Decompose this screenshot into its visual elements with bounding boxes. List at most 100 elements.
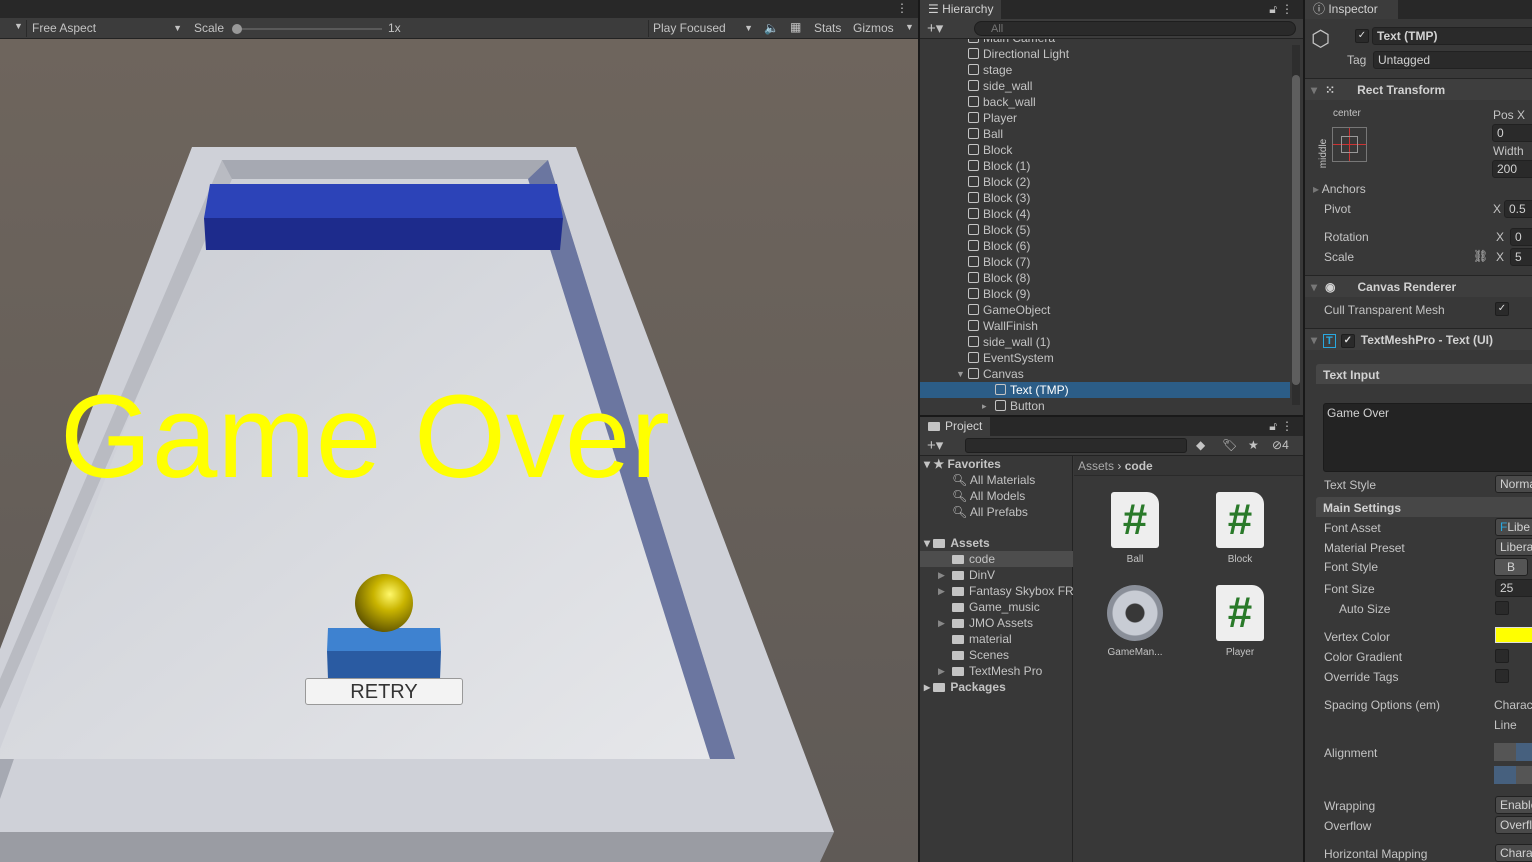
gizmos-dropdown-icon[interactable]: ▼: [905, 22, 914, 32]
breadcrumb-assets[interactable]: Assets: [1078, 459, 1114, 473]
canvas-renderer-header[interactable]: ▾ ◉ Canvas Renderer: [1305, 275, 1532, 297]
align-top-button[interactable]: [1494, 766, 1516, 784]
hierarchy-item[interactable]: side_wall (1): [968, 334, 1050, 350]
more-menu-icon[interactable]: ⋮: [1281, 2, 1293, 16]
material-preset-dropdown[interactable]: Libera: [1495, 538, 1532, 556]
scale-slider[interactable]: [232, 24, 382, 34]
hierarchy-item[interactable]: Ball: [968, 126, 1003, 142]
folder-item[interactable]: ▶ TextMesh Pro: [920, 663, 1073, 679]
main-settings-section[interactable]: Main Settings: [1316, 497, 1532, 517]
more-menu-icon[interactable]: ⋮: [1281, 419, 1293, 433]
hierarchy-item[interactable]: WallFinish: [968, 318, 1038, 334]
bold-button[interactable]: B: [1494, 558, 1528, 576]
asset-item[interactable]: # Ball: [1090, 492, 1180, 565]
favorite-star-icon[interactable]: ★: [1248, 438, 1259, 452]
hierarchy-scrollbar[interactable]: [1292, 45, 1300, 405]
tab-hierarchy[interactable]: ☰ Hierarchy: [920, 0, 1002, 19]
folder-item[interactable]: Game_music: [920, 599, 1073, 615]
project-search-input[interactable]: [965, 438, 1187, 453]
add-object-button[interactable]: +▾: [927, 19, 943, 37]
lock-icon[interactable]: 🔓︎: [1269, 419, 1277, 434]
play-mode-dropdown[interactable]: Play Focused ▼: [648, 20, 756, 37]
hierarchy-item[interactable]: EventSystem: [968, 350, 1054, 366]
breadcrumb-code[interactable]: code: [1125, 459, 1153, 473]
hierarchy-item[interactable]: Block (5): [968, 222, 1030, 238]
hierarchy-item[interactable]: ▸ Button: [920, 398, 1290, 414]
retry-button[interactable]: RETRY: [305, 678, 463, 705]
text-input-section[interactable]: Text Input: [1316, 364, 1532, 384]
favorites-group[interactable]: ▾ ★ Favorites: [924, 456, 1001, 472]
grid-icon[interactable]: ▦: [790, 20, 801, 34]
tmp-enabled-checkbox[interactable]: ✓: [1340, 333, 1355, 348]
anchors-foldout[interactable]: ▸ Anchors: [1313, 182, 1366, 196]
folder-item[interactable]: code: [920, 551, 1073, 567]
favorite-search[interactable]: 🔍︎ All Prefabs: [952, 504, 1028, 520]
hierarchy-item[interactable]: Block (2): [968, 174, 1030, 190]
folder-item[interactable]: ▶ Fantasy Skybox FR: [920, 583, 1074, 599]
folder-item[interactable]: ▶ DinV: [920, 567, 1073, 583]
hierarchy-item[interactable]: Directional Light: [968, 46, 1069, 62]
hierarchy-item[interactable]: Text (TMP): [920, 382, 1290, 398]
hierarchy-search-input[interactable]: [974, 21, 1296, 36]
hidden-packages-icon[interactable]: ⊘4: [1272, 438, 1289, 452]
pivot-x-field[interactable]: 0.5: [1504, 200, 1532, 218]
constrain-proportions-icon[interactable]: ⛓︎: [1473, 249, 1488, 263]
gizmos-button[interactable]: Gizmos: [853, 21, 894, 35]
rect-transform-header[interactable]: ▾ ⁙ Rect Transform: [1305, 78, 1532, 100]
favorite-search[interactable]: 🔍︎ All Models: [952, 488, 1025, 504]
asset-item[interactable]: GameMan...: [1090, 585, 1180, 658]
create-asset-button[interactable]: +▾: [927, 436, 943, 454]
rotation-x-field[interactable]: 0: [1510, 228, 1532, 246]
text-input-area[interactable]: Game Over: [1323, 403, 1532, 472]
horizontal-mapping-dropdown[interactable]: Chara: [1495, 844, 1532, 862]
object-name-field[interactable]: Text (TMP): [1372, 27, 1532, 45]
folder-item[interactable]: material: [920, 631, 1073, 647]
hierarchy-item[interactable]: Block (8): [968, 270, 1030, 286]
hierarchy-item[interactable]: ▼ Canvas: [956, 366, 1024, 382]
assets-group[interactable]: ▾ Assets: [924, 535, 990, 551]
hierarchy-item[interactable]: Block (4): [968, 206, 1030, 222]
hierarchy-item[interactable]: back_wall: [968, 94, 1036, 110]
tab-project[interactable]: Project: [920, 417, 991, 436]
color-gradient-checkbox[interactable]: [1495, 649, 1509, 663]
lock-icon[interactable]: 🔓︎: [1269, 2, 1277, 17]
audio-mute-icon[interactable]: 🔈: [764, 21, 779, 35]
more-menu-icon[interactable]: ⋮: [896, 1, 908, 15]
font-size-field[interactable]: 25: [1495, 579, 1532, 597]
aspect-dropdown[interactable]: Free Aspect ▼: [26, 20, 186, 37]
font-asset-field[interactable]: FLibe: [1495, 518, 1532, 536]
hierarchy-item[interactable]: Block (9): [968, 286, 1030, 302]
hierarchy-item[interactable]: Main Camera: [968, 39, 1055, 46]
tab-inspector[interactable]: ⓘ Inspector: [1305, 0, 1398, 19]
asset-item[interactable]: # Block: [1195, 492, 1285, 565]
display-dropdown[interactable]: ▼: [14, 21, 23, 31]
folder-item[interactable]: Scenes: [920, 647, 1073, 663]
align-center-button[interactable]: [1516, 743, 1532, 761]
hierarchy-item[interactable]: Block (6): [968, 238, 1030, 254]
folder-item[interactable]: ▶ JMO Assets: [920, 615, 1073, 631]
align-left-button[interactable]: [1494, 743, 1516, 761]
stats-button[interactable]: Stats: [814, 21, 841, 35]
align-middle-button[interactable]: [1516, 766, 1532, 784]
anchor-presets-button[interactable]: [1332, 127, 1367, 162]
hierarchy-item[interactable]: Block (7): [968, 254, 1030, 270]
favorite-search[interactable]: 🔍︎ All Materials: [952, 472, 1035, 488]
wrapping-dropdown[interactable]: Enable: [1495, 796, 1532, 814]
pos-x-field[interactable]: 0: [1492, 124, 1532, 142]
packages-group[interactable]: ▸ Packages: [924, 679, 1006, 695]
scale-x-field[interactable]: 5: [1510, 248, 1532, 266]
overflow-dropdown[interactable]: Overfl: [1495, 816, 1532, 834]
vertex-color-swatch[interactable]: [1495, 627, 1532, 643]
hierarchy-item[interactable]: side_wall: [968, 78, 1032, 94]
text-style-dropdown[interactable]: Norma: [1495, 475, 1532, 493]
hierarchy-item[interactable]: Block: [968, 142, 1012, 158]
hierarchy-item[interactable]: GameObject: [968, 302, 1050, 318]
hierarchy-item[interactable]: stage: [968, 62, 1012, 78]
width-field[interactable]: 200: [1492, 160, 1532, 178]
hierarchy-item[interactable]: Player: [968, 110, 1017, 126]
hierarchy-item[interactable]: Block (1): [968, 158, 1030, 174]
filter-label-icon[interactable]: 🏷︎: [1222, 438, 1237, 452]
active-checkbox[interactable]: ✓: [1355, 29, 1369, 43]
asset-item[interactable]: # Player: [1195, 585, 1285, 658]
tag-dropdown[interactable]: Untagged: [1373, 51, 1532, 69]
